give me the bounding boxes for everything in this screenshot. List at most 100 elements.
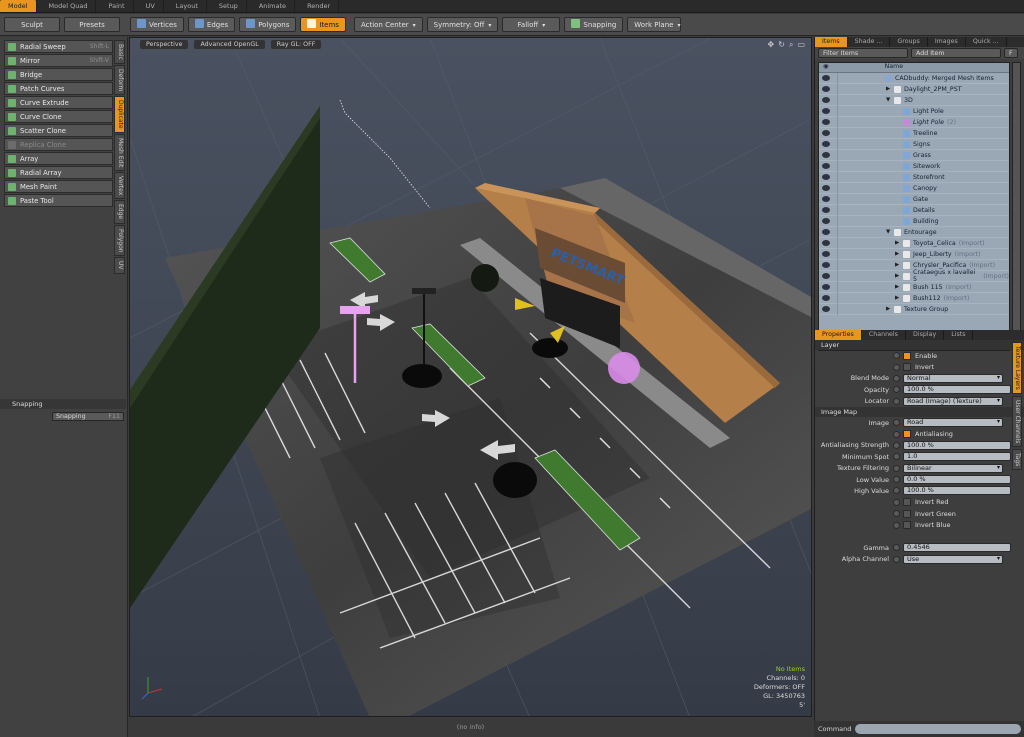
visibility-eye-icon[interactable] xyxy=(822,108,830,114)
gamma-dot[interactable] xyxy=(893,544,900,552)
tab-items[interactable]: Items xyxy=(815,37,848,47)
raygl-toggle[interactable]: Ray GL: OFF xyxy=(270,39,322,49)
item-row[interactable]: ▶ Bush112 (Import) xyxy=(819,292,1009,304)
side-tab-edge[interactable]: Edge xyxy=(114,200,125,224)
expand-arrow-icon[interactable]: ▶ xyxy=(895,295,903,301)
item-row[interactable]: Light Pole xyxy=(819,105,1009,117)
tool-paste-tool[interactable]: Paste Tool xyxy=(4,194,113,207)
enable-keyframe-dot[interactable] xyxy=(893,352,900,360)
opacity-dot[interactable] xyxy=(893,386,900,394)
visibility-eye-icon[interactable] xyxy=(822,295,830,301)
side-tab-basic[interactable]: Basic xyxy=(114,40,125,64)
tool-patch-curves[interactable]: Patch Curves xyxy=(4,82,113,95)
invert-red-checkbox[interactable] xyxy=(903,498,911,507)
expand-arrow-icon[interactable]: ▼ xyxy=(886,97,894,103)
tool-radial-array[interactable]: Radial Array xyxy=(4,166,113,179)
tool-radial-sweep[interactable]: Radial Sweep Shift-L xyxy=(4,40,113,53)
invert-blue-dot[interactable] xyxy=(893,521,900,529)
image-select[interactable]: Road xyxy=(903,418,1003,428)
item-row[interactable]: Canopy xyxy=(819,182,1009,194)
texture-filtering-select[interactable]: Bilinear xyxy=(903,463,1003,473)
snapping-button[interactable]: Snapping F11 xyxy=(52,412,124,421)
visibility-eye-icon[interactable] xyxy=(822,86,830,92)
visibility-eye-icon[interactable] xyxy=(822,207,830,213)
item-row[interactable]: ▶ Toyota_Celica (Import) xyxy=(819,237,1009,249)
tool-scatter-clone[interactable]: Scatter Clone xyxy=(4,124,113,137)
visibility-eye-icon[interactable] xyxy=(822,174,830,180)
name-column-header[interactable]: Name xyxy=(885,63,904,72)
visibility-eye-icon[interactable] xyxy=(822,75,830,81)
expand-arrow-icon[interactable]: ▶ xyxy=(895,273,903,279)
side-tab-mesh-edit[interactable]: Mesh Edit xyxy=(114,133,125,172)
visibility-eye-icon[interactable] xyxy=(822,251,830,257)
low-value-field[interactable]: 0.0 % xyxy=(903,475,1011,485)
expand-arrow-icon[interactable]: ▶ xyxy=(895,262,903,268)
tab-shade-[interactable]: Shade ... xyxy=(848,37,891,47)
view-projection-dropdown[interactable]: Perspective xyxy=(140,39,189,49)
expand-arrow-icon[interactable]: ▼ xyxy=(886,229,894,235)
antialiasing-dot[interactable] xyxy=(893,430,900,438)
side-tab-vertex[interactable]: Vertex xyxy=(114,172,125,200)
blend-mode-select[interactable]: Normal xyxy=(903,373,1003,383)
layer-section-header[interactable]: Layer xyxy=(815,340,1024,350)
expand-arrow-icon[interactable]: ▶ xyxy=(895,240,903,246)
aa-strength-field[interactable]: 100.0 % xyxy=(903,440,1011,450)
tab-layout[interactable]: Layout xyxy=(168,0,207,12)
high-value-field[interactable]: 100.0 % xyxy=(903,486,1011,496)
tab-groups[interactable]: Groups xyxy=(890,37,928,47)
side-tab-user-channels[interactable]: User Channels xyxy=(1012,395,1022,448)
sculpt-button[interactable]: Sculpt xyxy=(4,17,60,32)
visibility-eye-icon[interactable] xyxy=(822,185,830,191)
visibility-eye-icon[interactable] xyxy=(822,306,830,312)
visibility-eye-icon[interactable] xyxy=(822,196,830,202)
item-row[interactable]: Gate xyxy=(819,193,1009,205)
filter-items-dropdown[interactable]: Filter Items xyxy=(818,48,908,58)
items-mode-button[interactable]: Items xyxy=(300,17,346,32)
locator-select[interactable]: Road (Image) (Texture) xyxy=(903,396,1003,406)
side-tab-duplicate[interactable]: Duplicate xyxy=(114,96,125,133)
snapping-section-header[interactable]: Snapping xyxy=(0,399,126,409)
edges-mode-button[interactable]: Edges xyxy=(187,17,236,32)
expand-arrow-icon[interactable]: ▶ xyxy=(895,251,903,257)
invert-green-checkbox[interactable] xyxy=(903,509,911,518)
min-spot-field[interactable]: 1.0 xyxy=(903,452,1011,462)
opacity-field[interactable]: 100.0 % xyxy=(903,385,1011,395)
item-row[interactable]: ▼ Entourage xyxy=(819,226,1009,238)
item-row[interactable]: Details xyxy=(819,204,1009,216)
side-tab-deform[interactable]: Deform xyxy=(114,64,125,96)
visibility-eye-icon[interactable] xyxy=(822,284,830,290)
tool-mirror[interactable]: Mirror Shift-V xyxy=(4,54,113,67)
add-item-dropdown[interactable]: Add Item xyxy=(911,48,1001,58)
visibility-eye-icon[interactable] xyxy=(822,273,830,279)
tab-quick-[interactable]: Quick ... xyxy=(966,37,1007,47)
filter-f-button[interactable]: F xyxy=(1004,48,1018,58)
locator-dot[interactable] xyxy=(893,397,900,405)
item-row[interactable]: Building xyxy=(819,215,1009,227)
vertices-mode-button[interactable]: Vertices xyxy=(130,17,184,32)
expand-arrow-icon[interactable]: ▶ xyxy=(895,284,903,290)
symmetry-dropdown[interactable]: Symmetry: Off ▾ xyxy=(426,17,499,32)
visibility-eye-icon[interactable] xyxy=(822,218,830,224)
visibility-eye-icon[interactable] xyxy=(822,119,830,125)
visibility-eye-icon[interactable] xyxy=(822,130,830,136)
filtering-dot[interactable] xyxy=(893,464,900,472)
item-row[interactable]: Sitework xyxy=(819,160,1009,172)
visibility-eye-icon[interactable] xyxy=(822,229,830,235)
side-tab-polygon[interactable]: Polygon xyxy=(114,224,125,257)
tool-array[interactable]: Array xyxy=(4,152,113,165)
item-row[interactable]: Treeline xyxy=(819,127,1009,139)
command-input[interactable] xyxy=(855,724,1021,734)
aa-strength-dot[interactable] xyxy=(893,441,900,449)
presets-button[interactable]: Presets xyxy=(64,17,120,32)
snapping-toggle[interactable]: Snapping xyxy=(564,17,624,32)
side-tab-texture-layers[interactable]: Texture Layers xyxy=(1012,342,1022,394)
alpha-channel-select[interactable]: Use xyxy=(903,554,1003,564)
item-row[interactable]: Signs xyxy=(819,138,1009,150)
item-row[interactable]: Grass xyxy=(819,149,1009,161)
tool-curve-extrude[interactable]: Curve Extrude xyxy=(4,96,113,109)
min-spot-dot[interactable] xyxy=(893,453,900,461)
tab-uv[interactable]: UV xyxy=(138,0,164,12)
item-row[interactable]: ▶ Bush 115 (Import) xyxy=(819,281,1009,293)
item-row[interactable]: CADbuddy: Merged Mesh Items xyxy=(819,72,1009,84)
shading-mode-dropdown[interactable]: Advanced OpenGL xyxy=(194,39,265,49)
